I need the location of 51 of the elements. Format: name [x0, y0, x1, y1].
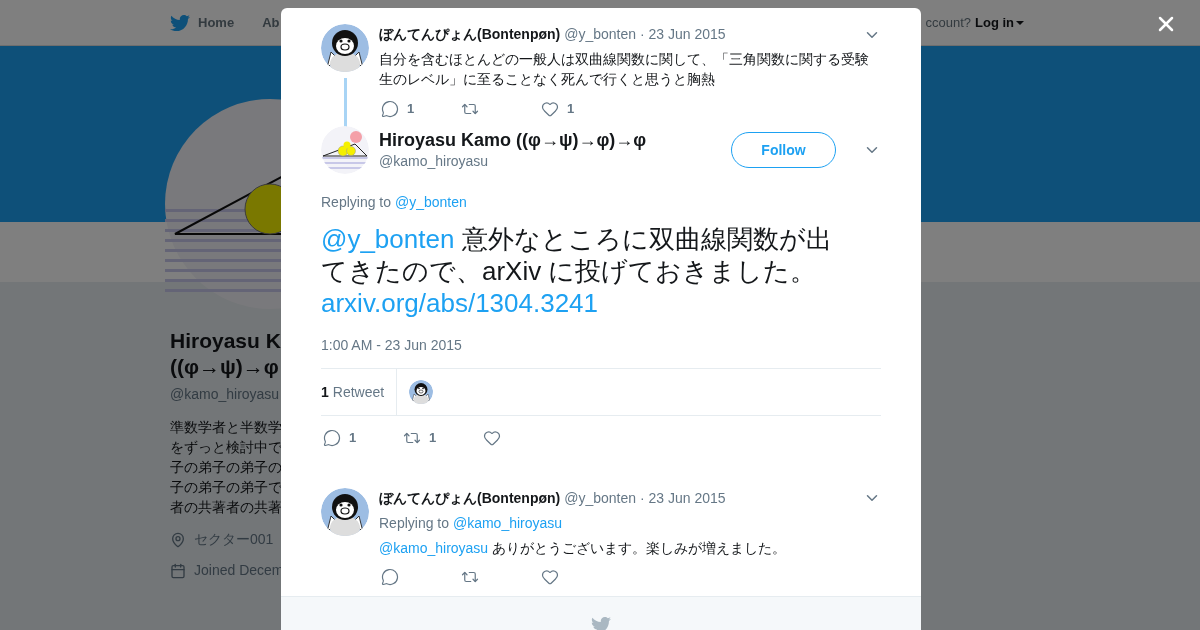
reply-icon[interactable]	[323, 428, 341, 447]
replying-to-text: Replying to @y_bonten	[321, 193, 468, 212]
author-name[interactable]: Hiroyasu Kamo ((φ→ψ)→φ)→φ	[379, 128, 647, 151]
bio-text: 子の弟子の弟子で	[170, 478, 282, 497]
bird-icon	[591, 614, 611, 630]
tweet-date[interactable]: · 23 Jun 2015	[640, 24, 726, 45]
mention-link[interactable]: @kamo_hiroyasu	[452, 514, 563, 531]
bio-text: 子の弟子の弟子の	[170, 458, 282, 477]
tweet-text: @y_bonten 意外なところに双曲線関数が出てきたので、arXiv に投げておきました。 arxiv.org/abs/1304.3241	[321, 223, 833, 319]
tweet-timestamp[interactable]: 1:00 AM - 23 Jun 2015	[321, 335, 881, 356]
location-icon	[170, 531, 186, 548]
location-text: セクター001	[194, 530, 274, 549]
heart-icon[interactable]	[541, 99, 559, 118]
action-count: 1	[429, 429, 437, 447]
reply-icon[interactable]	[381, 99, 399, 118]
heart-icon[interactable]	[541, 567, 559, 586]
retweet-stat[interactable]: 1 Retweet	[321, 369, 398, 415]
calendar-icon	[170, 562, 186, 579]
mention-link[interactable]: @y_bonten	[321, 224, 455, 254]
bird-icon	[170, 12, 190, 33]
bio-text: 者の共著者の共著	[170, 498, 282, 517]
login-button[interactable]: Log in	[975, 12, 1024, 33]
nav-link[interactable]: Home	[170, 12, 235, 33]
reply-icon[interactable]	[381, 567, 399, 586]
account-prompt: ccount?	[925, 13, 971, 32]
tweet-text: 自分を含むほとんどの一般人は双曲線関数に関して、「三角関数に関する受験生のレベル」に至ることなく死んで行くと思うと胸熱	[379, 50, 870, 89]
replying-to-text: Replying to @kamo_hiroyasu	[379, 513, 564, 533]
author-handle[interactable]: @y_bonten	[564, 487, 637, 509]
avatar[interactable]	[321, 487, 369, 536]
avatar[interactable]	[321, 24, 369, 72]
heart-icon[interactable]	[483, 428, 501, 447]
caret-icon	[1016, 20, 1024, 25]
action-count: 1	[567, 100, 575, 118]
mention-link[interactable]: @y_bonten	[394, 194, 467, 210]
author-handle[interactable]: @y_bonten	[564, 24, 637, 45]
profile-name[interactable]: Hiroyasu K	[170, 328, 281, 354]
mention-link[interactable]: @kamo_hiroyasu	[379, 539, 489, 556]
nav-link[interactable]: Ab	[262, 12, 280, 33]
author-name[interactable]: ぼんてんぴょん(Bontenpøn)	[379, 487, 561, 509]
author-handle[interactable]: @kamo_hiroyasu	[379, 150, 647, 172]
avatar[interactable]	[409, 380, 434, 404]
action-count: 1	[407, 100, 415, 118]
tweet-text: @kamo_hiroyasu ありがとうございます。楽しみが増えました。	[379, 538, 788, 558]
action-count: 1	[349, 429, 357, 447]
tweet-date[interactable]: · 23 Jun 2015	[640, 487, 726, 509]
bio-text: 準数学者と半数学	[170, 418, 282, 437]
url-link[interactable]: arxiv.org/abs/1304.3241	[321, 288, 599, 318]
profile-name[interactable]: ((φ→ψ)→φ	[170, 354, 279, 380]
profile-handle[interactable]: @kamo_hiroyasu	[170, 384, 280, 405]
bio-text: をずっと検討中で	[170, 438, 282, 457]
author-name[interactable]: ぼんてんぴょん(Bontenpøn)	[379, 24, 561, 45]
